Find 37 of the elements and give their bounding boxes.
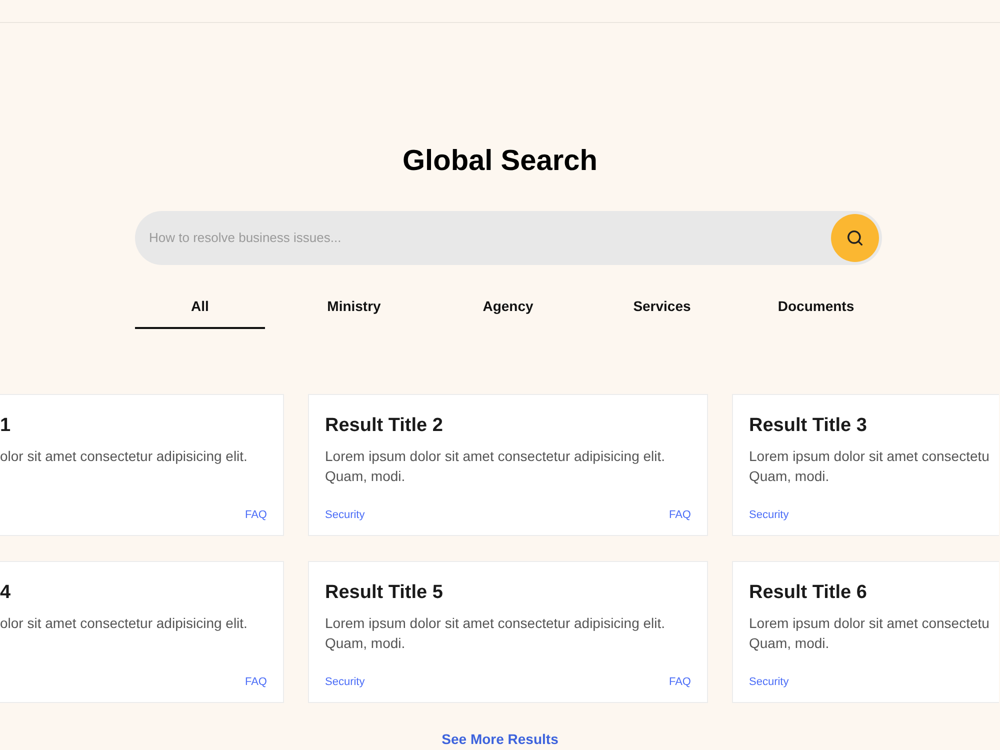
type-tag[interactable]: FAQ <box>244 674 267 690</box>
filter-tab[interactable]: Services <box>597 285 727 329</box>
see-more-link[interactable]: See More Results <box>442 729 558 750</box>
category-tag[interactable]: Security <box>325 674 365 690</box>
category-tag[interactable]: Security <box>749 506 789 523</box>
type-tag[interactable]: FAQ <box>244 506 267 523</box>
result-title: Result Title 5 <box>325 581 444 605</box>
result-description: olor sit amet consectetur adipisicing elit. <box>0 447 248 466</box>
search-bar[interactable]: How to resolve business issues... <box>135 211 882 265</box>
search-button[interactable] <box>831 214 879 262</box>
result-title: 1 <box>0 414 12 438</box>
result-description: olor sit amet consectetur adipisicing elit. <box>0 614 248 633</box>
result-description: Lorem ipsum dolor sit amet consectetur adipisicing elit. Quam, modi. <box>325 447 666 486</box>
category-tag[interactable]: Security <box>325 506 365 523</box>
filter-tab[interactable]: Ministry <box>289 285 419 329</box>
search-icon <box>845 228 865 248</box>
result-card[interactable]: Result Title 2 Lorem ipsum dolor sit amet consectetur adipisicing elit. Quam, modi. Security FAQ <box>308 394 708 536</box>
filter-tab[interactable]: Agency <box>443 285 573 329</box>
result-card[interactable]: Result Title 5 Lorem ipsum dolor sit amet consectetur adipisicing elit. Quam, modi. Security FAQ <box>308 561 708 703</box>
result-title: Result Title 6 <box>749 581 868 605</box>
filter-tab[interactable]: Documents <box>751 285 881 329</box>
result-card[interactable]: Result Title 3 Lorem ipsum dolor sit amet consectetu Quam, modi. Security <box>732 394 999 536</box>
page-title: Global Search <box>401 144 598 179</box>
type-tag[interactable]: FAQ <box>668 674 691 690</box>
result-title: 4 <box>0 581 12 605</box>
search-field[interactable]: How to resolve business issues... <box>149 228 831 248</box>
result-description: Lorem ipsum dolor sit amet consectetur adipisicing elit. Quam, modi. <box>325 614 666 653</box>
category-tag[interactable]: Security <box>749 674 789 690</box>
result-description: Lorem ipsum dolor sit amet consectetu Quam, modi. <box>749 614 990 653</box>
type-tag[interactable]: FAQ <box>668 506 691 523</box>
result-title: Result Title 3 <box>749 414 868 438</box>
result-card[interactable]: 4 olor sit amet consectetur adipisicing elit. FAQ <box>0 561 284 703</box>
filter-tab[interactable]: All <box>135 285 265 329</box>
result-card[interactable]: Result Title 6 Lorem ipsum dolor sit amet consectetu Quam, modi. Security <box>732 561 999 703</box>
result-card[interactable]: 1 olor sit amet consectetur adipisicing elit. FAQ <box>0 394 284 536</box>
result-title: Result Title 2 <box>325 414 444 438</box>
result-description: Lorem ipsum dolor sit amet consectetu Quam, modi. <box>749 447 990 486</box>
